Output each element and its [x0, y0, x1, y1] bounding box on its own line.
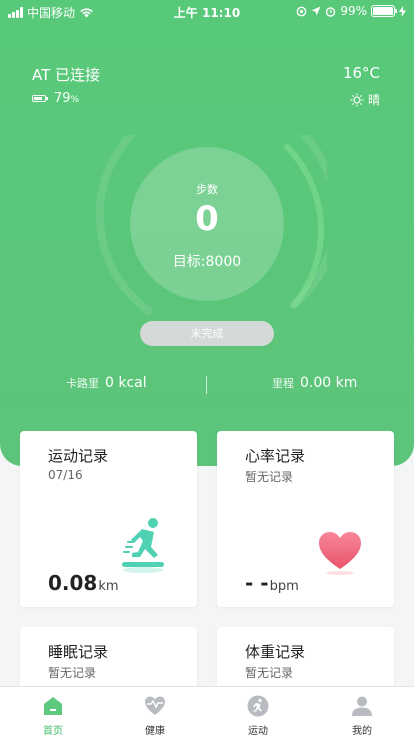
- stats-row: 卡路里 0 kcal 里程 0.00 km: [0, 375, 414, 395]
- tab-health-label: 健康: [145, 726, 165, 736]
- steps-value: 0: [195, 199, 219, 239]
- exercise-record-card[interactable]: 运动记录 07/16 0.08 km: [20, 431, 197, 607]
- completion-status-button[interactable]: 未完成: [140, 321, 274, 346]
- tab-home-label: 首页: [43, 726, 63, 736]
- calories-stat: 卡路里 0 kcal: [66, 375, 147, 391]
- card-title: 心率记录: [245, 447, 306, 465]
- distance-value: 0.00 km: [300, 375, 358, 391]
- heart-rate-bpm: - -: [245, 571, 269, 595]
- tab-home[interactable]: 首页: [3, 687, 103, 736]
- card-subtitle: 暂无记录: [245, 666, 294, 680]
- exercise-value: 0.08 km: [48, 571, 119, 595]
- stats-divider: [206, 376, 207, 394]
- connection-status: AT 已连接: [32, 66, 101, 84]
- card-subtitle: 暂无记录: [48, 666, 97, 680]
- hero-panel: 中国移动 上午 11:10 99% AT 已连接 16°C 79% 晴 步数 0…: [0, 0, 414, 466]
- battery-percent: 99%: [340, 4, 367, 18]
- device-battery-value: 79: [54, 91, 71, 106]
- heart-rate-record-card[interactable]: 心率记录 暂无记录 - - bpm: [217, 431, 394, 607]
- heart-icon: [319, 532, 361, 575]
- distance-label: 里程: [272, 377, 294, 390]
- tab-health[interactable]: 健康: [105, 687, 205, 736]
- steps-label: 步数: [196, 183, 218, 196]
- steps-goal: 目标:8000: [172, 254, 242, 270]
- tab-mine-label: 我的: [352, 726, 372, 736]
- temperature: 16°C: [342, 64, 380, 82]
- device-battery-icon: [32, 95, 48, 102]
- card-subtitle: 暂无记录: [245, 470, 294, 484]
- calories-label: 卡路里: [66, 377, 99, 390]
- user-icon: [352, 696, 372, 716]
- sport-runner-icon: [247, 695, 269, 717]
- tab-mine[interactable]: 我的: [312, 687, 412, 736]
- battery-icon: [371, 5, 397, 17]
- running-icon: [122, 518, 164, 573]
- navigation-icon: [311, 6, 321, 16]
- weather: 晴: [350, 91, 380, 108]
- exercise-distance: 0.08: [48, 571, 98, 595]
- tab-sport[interactable]: 运动: [208, 687, 308, 736]
- tab-sport-label: 运动: [248, 726, 268, 736]
- alarm-icon: [326, 6, 336, 17]
- sun-icon: [350, 93, 364, 106]
- home-icon: [44, 697, 62, 715]
- steps-circle: 步数 0 目标:8000: [130, 147, 284, 301]
- distance-stat: 里程 0.00 km: [272, 375, 357, 391]
- card-title: 睡眠记录: [48, 643, 109, 661]
- location-icon: [296, 6, 307, 16]
- heart-rate-value: - - bpm: [245, 571, 299, 595]
- device-battery: 79%: [32, 91, 79, 106]
- exercise-unit: km: [98, 579, 119, 594]
- weather-text: 晴: [367, 93, 380, 107]
- heart-rate-unit: bpm: [269, 579, 299, 594]
- card-subtitle: 07/16: [48, 468, 83, 482]
- health-heart-icon: [145, 696, 165, 715]
- card-title: 体重记录: [245, 643, 306, 661]
- tab-bar: 首页 健康 运动 我的: [0, 686, 414, 736]
- charging-icon: [399, 5, 406, 17]
- calories-value: 0 kcal: [105, 375, 147, 391]
- status-bar: 中国移动 上午 11:10 99%: [0, 0, 414, 22]
- card-title: 运动记录: [48, 447, 109, 465]
- device-battery-unit: %: [70, 95, 80, 105]
